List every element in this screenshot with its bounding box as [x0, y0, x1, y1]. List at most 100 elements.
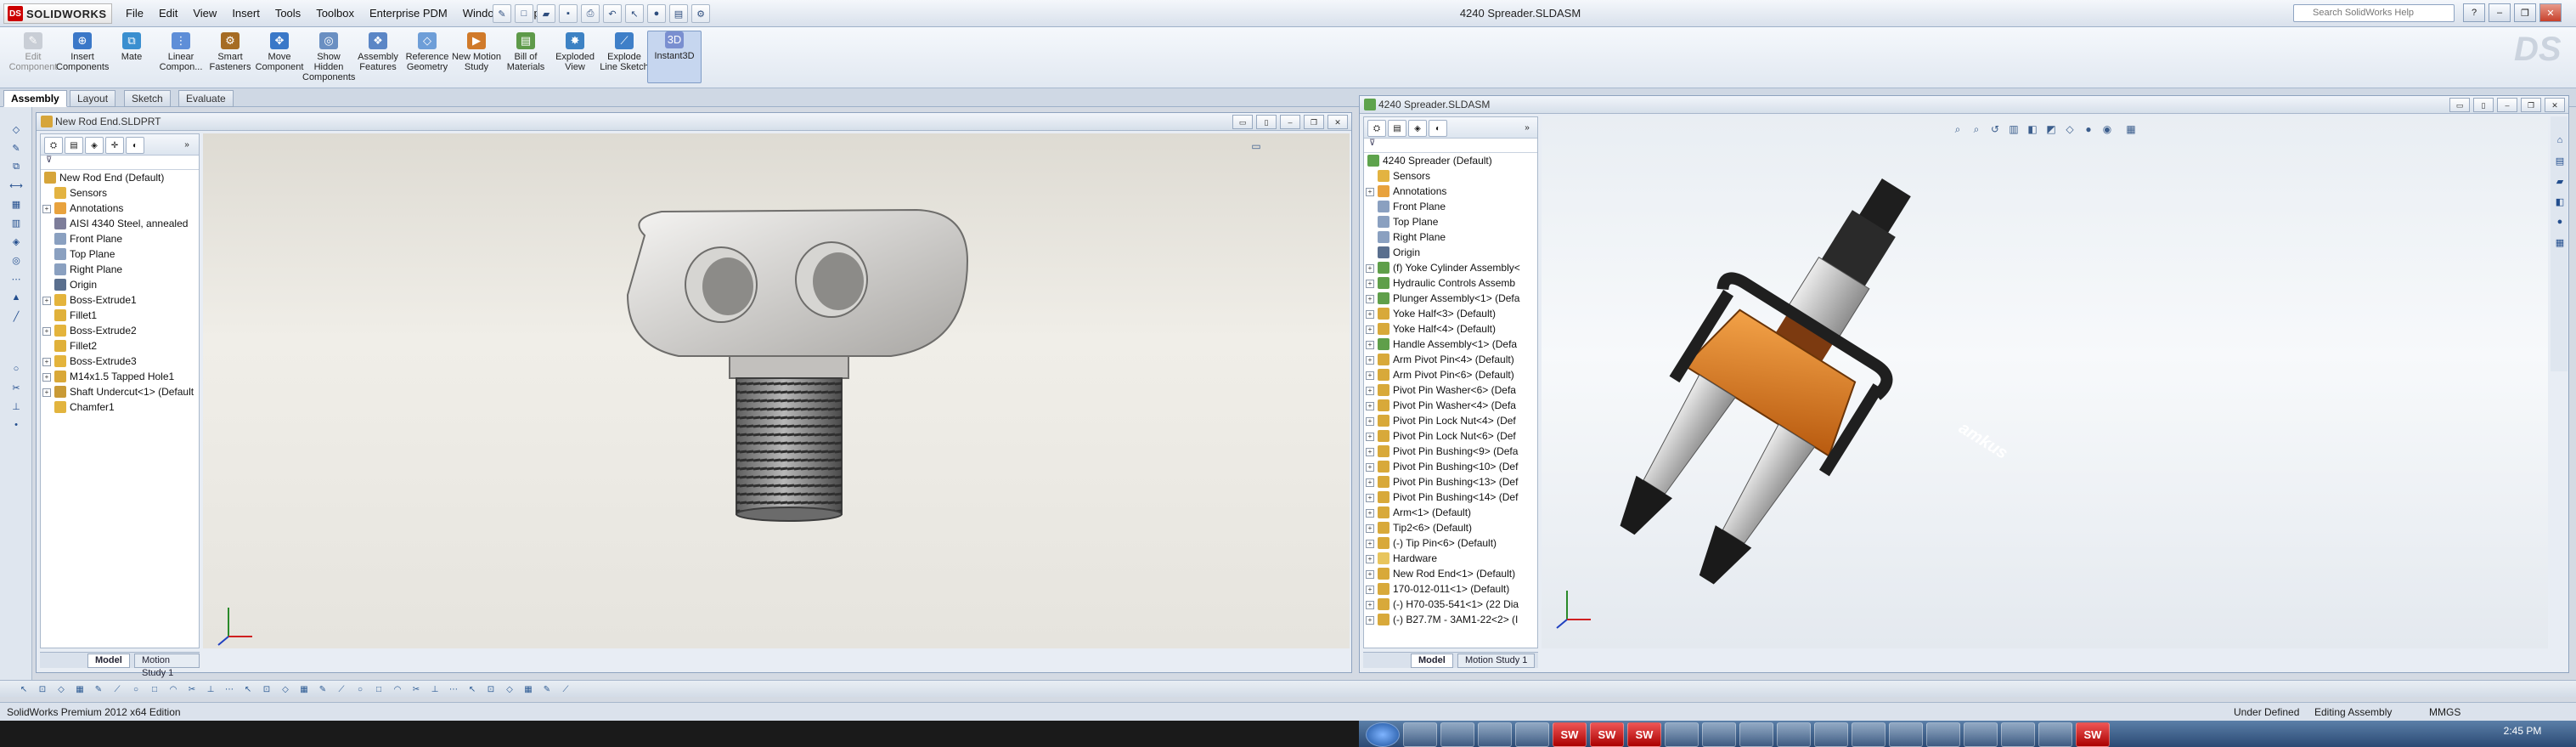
sketch-tool-icon[interactable]: ▦: [521, 683, 535, 695]
menu-item[interactable]: View: [186, 5, 223, 22]
motion-study-button[interactable]: ▶ New Motion Study: [450, 32, 503, 72]
tree-item[interactable]: + M14x1.5 Tapped Hole1: [41, 369, 199, 384]
expand-toggle-icon[interactable]: +: [1366, 280, 1374, 288]
taskbar-clock[interactable]: 2:45 PM: [2493, 725, 2552, 737]
tree-item[interactable]: + Arm Pivot Pin<4> (Default): [1364, 352, 1537, 367]
print-icon[interactable]: ⎙: [581, 4, 600, 23]
sketch-tool-icon[interactable]: ✂: [409, 683, 423, 695]
feature-manager-tab-icon[interactable]: ⛭: [1367, 120, 1386, 137]
restore-icon[interactable]: ❐: [1304, 115, 1324, 129]
expand-toggle-icon[interactable]: +: [1366, 616, 1374, 625]
tree-filter-icon[interactable]: ⊽: [1364, 139, 1537, 153]
display-manager-tab-icon[interactable]: ◐: [1429, 120, 1447, 137]
dimxpert-tab-icon[interactable]: ✛: [105, 137, 124, 154]
tree-item[interactable]: + (-) Tip Pin<6> (Default): [1364, 535, 1537, 551]
tree-item[interactable]: + Shaft Undercut<1> (Default: [41, 384, 199, 399]
notepad-icon[interactable]: [1852, 722, 1885, 747]
expand-toggle-icon[interactable]: +: [42, 358, 51, 366]
sketch-tool-icon[interactable]: ○: [129, 683, 143, 695]
expand-toggle-icon[interactable]: +: [1366, 264, 1374, 273]
expand-toggle-icon[interactable]: +: [1366, 601, 1374, 609]
solidworks-icon[interactable]: SW: [2076, 722, 2110, 747]
tree-item[interactable]: Fillet1: [41, 308, 199, 323]
tree-item[interactable]: 4240 Spreader (Default): [1364, 153, 1537, 168]
menu-item[interactable]: Insert: [225, 5, 267, 22]
move-component-button[interactable]: ✥ Move Component: [253, 32, 306, 72]
remote-icon[interactable]: [2038, 722, 2072, 747]
insert-components-button[interactable]: ⊕ Insert Components: [56, 32, 109, 72]
tree-item[interactable]: + Annotations: [1364, 184, 1537, 199]
circle-icon[interactable]: ○: [8, 362, 24, 376]
split-icon[interactable]: ▯: [2473, 98, 2494, 112]
select-icon[interactable]: ↖: [625, 4, 644, 23]
tree-item[interactable]: + Pivot Pin Bushing<14> (Def: [1364, 490, 1537, 505]
pin-icon[interactable]: ✎: [493, 4, 511, 23]
point-icon[interactable]: •: [8, 418, 24, 432]
tree-item[interactable]: Front Plane: [1364, 199, 1537, 214]
acrobat-icon[interactable]: [1814, 722, 1848, 747]
weld-icon[interactable]: ▲: [8, 291, 24, 304]
calculator-icon[interactable]: [1739, 722, 1773, 747]
expand-toggle-icon[interactable]: +: [1366, 371, 1374, 380]
solidworks-resources-icon[interactable]: ⌂: [2552, 133, 2568, 147]
sketch-tool-icon[interactable]: ◇: [503, 683, 516, 695]
sketch-tool-icon[interactable]: ◇: [279, 683, 292, 695]
smart-fasteners-button[interactable]: ⚙ Smart Fasteners: [204, 32, 256, 72]
tree-item[interactable]: Origin: [1364, 245, 1537, 260]
tree-item[interactable]: + Pivot Pin Bushing<13> (Def: [1364, 474, 1537, 490]
expand-toggle-icon[interactable]: +: [1366, 402, 1374, 410]
tree-item[interactable]: + (-) H70-035-541<1> (22 Dia: [1364, 597, 1537, 612]
tree-item[interactable]: + Boss-Extrude1: [41, 292, 199, 308]
sketch-tool-icon[interactable]: ↖: [465, 683, 479, 695]
expand-toggle-icon[interactable]: +: [1366, 295, 1374, 303]
minimize-icon[interactable]: –: [1280, 115, 1300, 129]
tree-item[interactable]: Sensors: [41, 185, 199, 201]
explode-line-button[interactable]: ⟋ Explode Line Sketch: [598, 32, 651, 72]
sketch-tool-icon[interactable]: ◠: [166, 683, 180, 695]
minimize-icon[interactable]: –: [2489, 3, 2511, 22]
sketch-tool-icon[interactable]: □: [372, 683, 386, 695]
tree-filter-icon[interactable]: ⊽: [41, 156, 199, 170]
tree-item[interactable]: + Arm Pivot Pin<6> (Default): [1364, 367, 1537, 382]
expand-toggle-icon[interactable]: +: [1366, 463, 1374, 472]
expand-toggle-icon[interactable]: +: [42, 388, 51, 397]
tab-assembly[interactable]: Assembly: [3, 90, 67, 107]
tree-item[interactable]: + Pivot Pin Washer<4> (Defa: [1364, 398, 1537, 413]
hole-wizard-icon[interactable]: ◎: [8, 253, 24, 267]
tree-item[interactable]: Front Plane: [41, 231, 199, 246]
measure-icon[interactable]: ⟷: [8, 178, 24, 192]
linear-pattern-button[interactable]: ⋮ Linear Compon...: [155, 32, 207, 72]
configuration-manager-tab-icon[interactable]: ◈: [85, 137, 104, 154]
smart-dimension-icon[interactable]: ◇: [8, 122, 24, 136]
tab-motion-study-1[interactable]: Motion Study 1: [134, 654, 200, 678]
sketch-tool-icon[interactable]: ▦: [73, 683, 87, 695]
sketch-tool-icon[interactable]: □: [148, 683, 161, 695]
expand-toggle-icon[interactable]: +: [1366, 509, 1374, 518]
tree-item[interactable]: Right Plane: [41, 262, 199, 277]
tree-item[interactable]: + Pivot Pin Washer<6> (Defa: [1364, 382, 1537, 398]
sketch-tool-icon[interactable]: ✎: [92, 683, 105, 695]
ie-icon[interactable]: [1478, 722, 1512, 747]
menu-item[interactable]: Enterprise PDM: [363, 5, 454, 22]
expand-toggle-icon[interactable]: +: [1366, 188, 1374, 196]
display-manager-tab-icon[interactable]: ◐: [126, 137, 144, 154]
appearances-icon[interactable]: ●: [2552, 215, 2568, 229]
tab-layout[interactable]: Layout: [70, 90, 116, 107]
sketch-tool-icon[interactable]: ↖: [241, 683, 255, 695]
trim-icon[interactable]: ✂: [8, 381, 24, 394]
sketch-tool-icon[interactable]: ⟋: [110, 683, 124, 695]
tree-item[interactable]: + Pivot Pin Bushing<9> (Defa: [1364, 444, 1537, 459]
part-graphics-area[interactable]: ▭: [203, 133, 1350, 648]
sketch-tool-icon[interactable]: ⟋: [559, 683, 572, 695]
sketch-tool-icon[interactable]: ⊥: [204, 683, 217, 695]
expand-toggle-icon[interactable]: +: [1366, 387, 1374, 395]
paint-icon[interactable]: [1889, 722, 1923, 747]
expand-toggle-icon[interactable]: +: [42, 205, 51, 213]
expand-toggle-icon[interactable]: +: [1366, 586, 1374, 594]
expand-panel-icon[interactable]: »: [178, 137, 195, 152]
word-icon[interactable]: [1702, 722, 1736, 747]
line-icon[interactable]: ╱: [8, 309, 24, 323]
tab-sketch[interactable]: Sketch: [124, 90, 171, 107]
expand-toggle-icon[interactable]: +: [1366, 356, 1374, 365]
solidworks-icon[interactable]: SW: [1627, 722, 1661, 747]
